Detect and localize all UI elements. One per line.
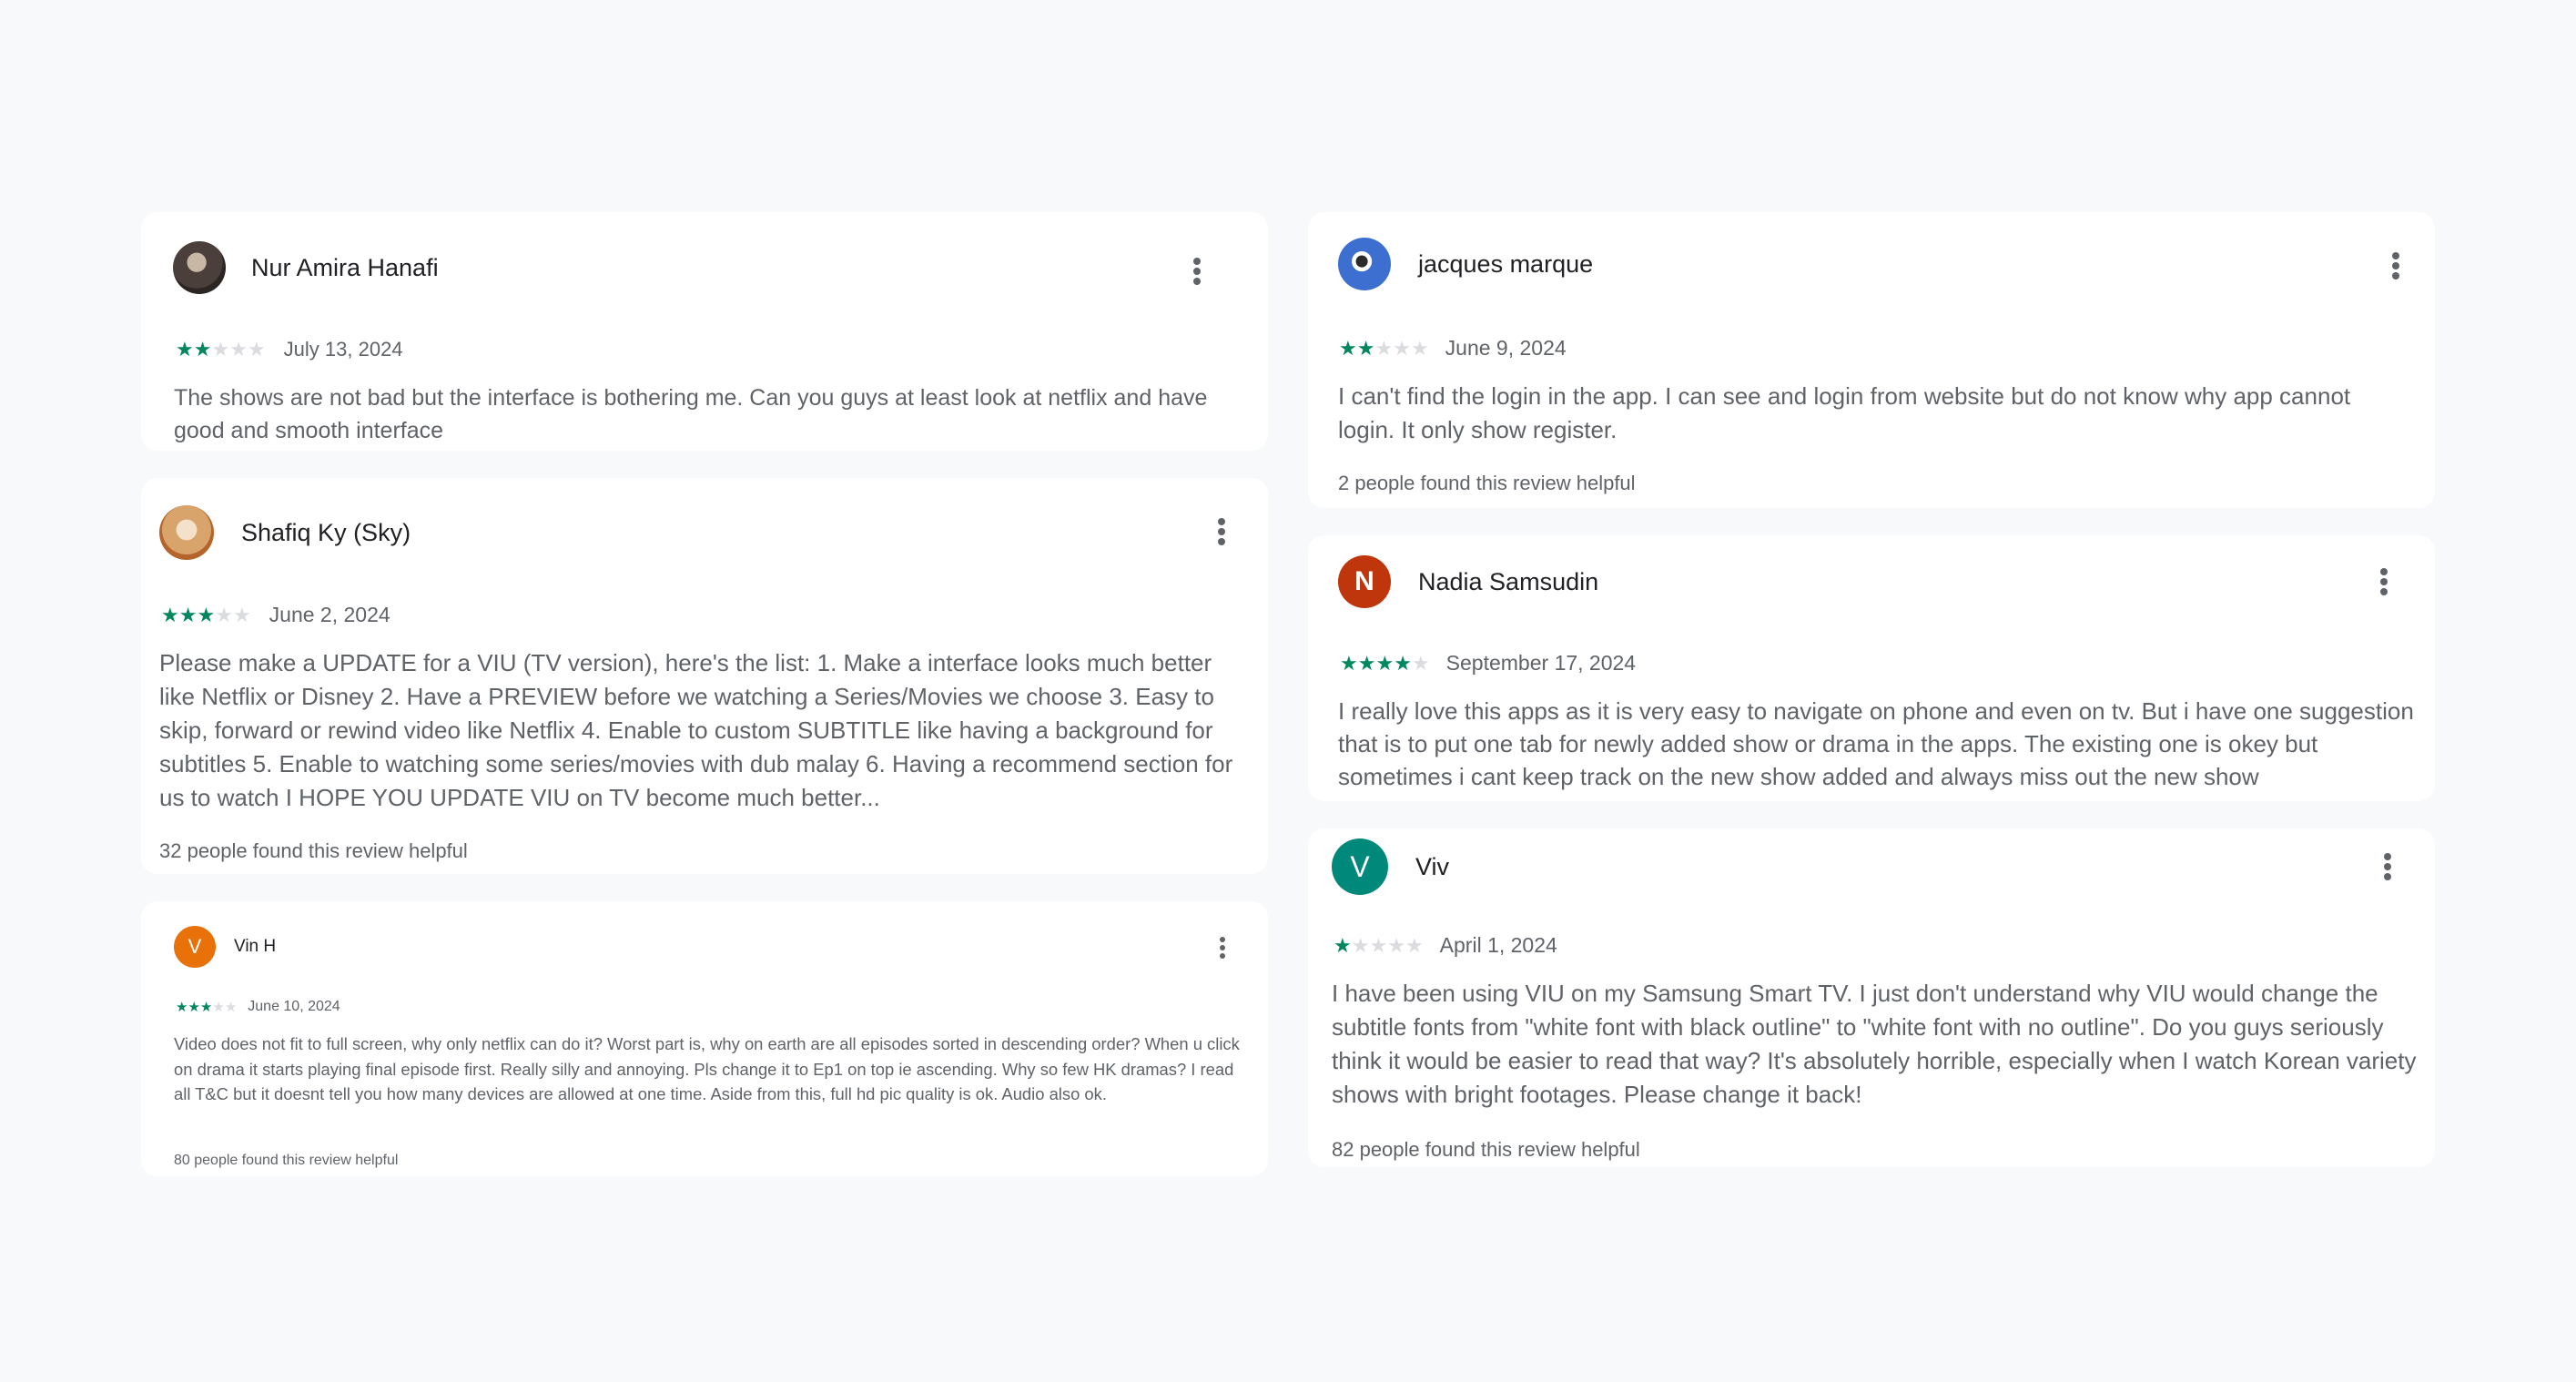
star-empty-icon: ★ (211, 338, 230, 361)
avatar (1338, 238, 1391, 290)
review-card: Shafiq Ky (Sky) ★ ★ ★ ★ ★ June 2, 2024 Pleas… (141, 478, 1268, 874)
reviewer-name: jacques marque (1418, 249, 1594, 278)
star-filled-icon: ★ (161, 603, 179, 626)
helpful-count: 82 people found this review helpful (1332, 1138, 1640, 1161)
star-empty-icon: ★ (212, 999, 225, 1015)
review-card: N Nadia Samsudin ★ ★ ★ ★ ★ September 17, 202… (1308, 535, 2435, 801)
star-filled-icon: ★ (1375, 651, 1394, 675)
review-date: September 17, 2024 (1445, 651, 1637, 675)
star-rating: ★ ★ ★ ★ ★ (1339, 336, 1429, 360)
review-text: I really love this apps as it is very ea… (1338, 697, 2414, 790)
star-empty-icon: ★ (1387, 933, 1405, 957)
review-date: June 9, 2024 (1445, 336, 1567, 360)
star-empty-icon: ★ (1393, 336, 1411, 360)
reviewer-name: Viv (1415, 852, 1450, 880)
review-text: I have been using VIU on my Samsung Smar… (1332, 980, 2417, 1108)
star-filled-icon: ★ (1334, 933, 1352, 957)
star-rating: ★ ★ ★ ★ ★ (1334, 933, 1424, 957)
avatar (173, 241, 226, 294)
helpful-count: 32 people found this review helpful (159, 839, 468, 862)
star-rating: ★ ★ ★ ★ ★ (1340, 651, 1430, 675)
more-options-icon[interactable] (2390, 252, 2401, 279)
star-filled-icon: ★ (199, 999, 213, 1015)
reviewer-name: Shafiq Ky (Sky) (241, 518, 411, 546)
review-text: I can't find the login in the app. I can… (1338, 382, 2351, 443)
star-empty-icon: ★ (1374, 336, 1394, 360)
star-filled-icon: ★ (1394, 651, 1412, 675)
review-date: July 13, 2024 (283, 338, 403, 361)
review-card: V Vin H ★ ★ ★ ★ ★ June 10, 2024 Video does n… (141, 901, 1268, 1176)
star-rating: ★ ★ ★ ★ ★ (176, 340, 266, 360)
review-card: Nur Amira Hanafi ★ ★ ★ ★ ★ July 13, 2024 The… (141, 212, 1268, 451)
star-empty-icon: ★ (1351, 933, 1370, 957)
star-rating: ★ ★ ★ ★ ★ (161, 605, 251, 625)
review-card: jacques marque ★ ★ ★ ★ ★ June 9, 2024 I can'… (1308, 212, 2435, 508)
review-date: June 2, 2024 (269, 603, 390, 626)
star-empty-icon: ★ (224, 999, 238, 1015)
reviewer-name: Vin H (234, 937, 277, 956)
review-date: April 1, 2024 (1439, 933, 1557, 957)
more-options-icon[interactable] (1218, 937, 1227, 959)
star-filled-icon: ★ (197, 603, 216, 626)
star-empty-icon: ★ (1369, 933, 1388, 957)
avatar: V (174, 926, 216, 968)
reviewer-name: Nur Amira Hanafi (251, 253, 439, 281)
avatar: N (1338, 555, 1391, 608)
star-empty-icon: ★ (1411, 651, 1430, 675)
star-filled-icon: ★ (188, 999, 200, 1015)
avatar (159, 505, 214, 560)
star-filled-icon: ★ (1356, 336, 1375, 360)
helpful-count: 80 people found this review helpful (174, 1153, 399, 1168)
star-empty-icon: ★ (232, 603, 251, 626)
star-empty-icon: ★ (247, 338, 266, 361)
star-filled-icon: ★ (193, 338, 212, 361)
star-empty-icon: ★ (1410, 336, 1429, 360)
star-empty-icon: ★ (215, 603, 233, 626)
more-options-icon[interactable] (2382, 853, 2393, 880)
reviewer-name: Nadia Samsudin (1418, 567, 1599, 595)
star-rating: ★ ★ ★ ★ ★ (176, 1001, 237, 1014)
review-date: June 10, 2024 (248, 999, 340, 1014)
star-empty-icon: ★ (229, 338, 248, 361)
avatar: V (1332, 838, 1388, 895)
more-options-icon[interactable] (1216, 518, 1227, 545)
review-card: V Viv ★ ★ ★ ★ ★ April 1, 2024 I have been us… (1308, 828, 2435, 1167)
review-text: The shows are not bad but the interface … (174, 385, 1208, 443)
more-options-icon[interactable] (2378, 568, 2389, 595)
helpful-count: 2 people found this review helpful (1338, 472, 1636, 494)
more-options-icon[interactable] (1192, 258, 1202, 285)
star-filled-icon: ★ (176, 338, 194, 361)
star-empty-icon: ★ (1405, 933, 1424, 957)
star-filled-icon: ★ (1340, 651, 1358, 675)
star-filled-icon: ★ (1339, 336, 1357, 360)
review-text: Please make a UPDATE for a VIU (TV versi… (159, 649, 1233, 811)
star-filled-icon: ★ (176, 999, 188, 1015)
star-filled-icon: ★ (1357, 651, 1376, 675)
review-text: Video does not fit to full screen, why o… (174, 1034, 1240, 1103)
star-filled-icon: ★ (178, 603, 198, 626)
